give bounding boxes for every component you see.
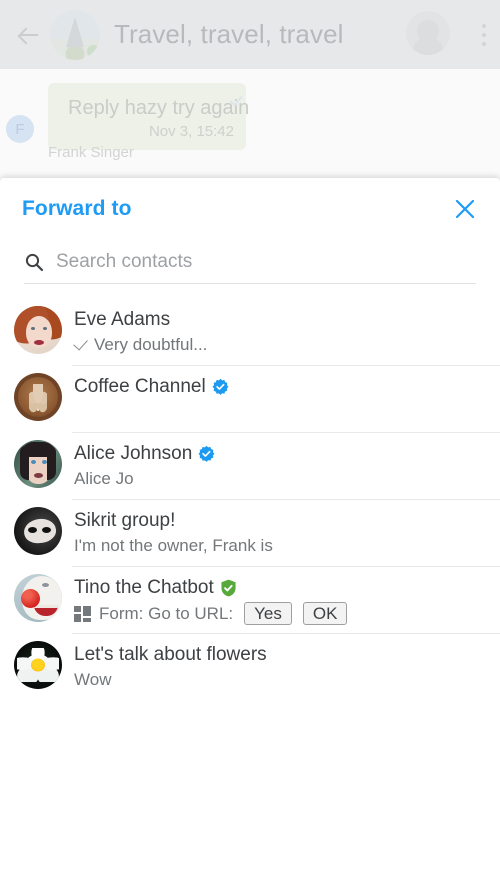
contact-name: Alice Johnson <box>74 443 193 464</box>
more-vertical-icon[interactable] <box>482 24 486 51</box>
contact-subtitle: Form: Go to URL: <box>99 603 234 623</box>
list-item-body: Eve Adams Very doubtful... <box>73 306 482 356</box>
arrow-left-icon[interactable] <box>14 20 44 50</box>
list-item[interactable]: Eve Adams Very doubtful... <box>0 298 500 365</box>
sender-avatar: F <box>6 115 34 143</box>
contact-name-row: Eve Adams <box>74 308 482 331</box>
list-item[interactable]: Alice Johnson Alice Jo <box>0 432 500 499</box>
list-item[interactable]: Tino the Chatbot Form: Go to URL: Yes OK <box>0 566 500 633</box>
list-item[interactable]: Coffee Channel <box>0 365 500 432</box>
contact-subtitle: Alice Jo <box>74 469 134 488</box>
list-item-body: Tino the Chatbot Form: Go to URL: Yes OK <box>74 574 482 625</box>
contact-name: Sikrit group! <box>74 510 176 531</box>
list-item-body: Alice Johnson Alice Jo <box>74 440 482 490</box>
contact-subtitle-row: Alice Jo <box>74 468 482 490</box>
chat-title: Travel, travel, travel <box>114 19 344 49</box>
sender-name: Frank Singer <box>48 144 134 161</box>
contact-name-row: Alice Johnson <box>74 442 482 465</box>
shield-verified-badge-icon <box>220 579 237 597</box>
contact-name-row: Coffee Channel <box>74 375 482 398</box>
contact-name-row: Sikrit group! <box>74 509 482 532</box>
contact-name: Coffee Channel <box>74 376 206 397</box>
verified-badge-icon <box>212 378 229 395</box>
search-input[interactable] <box>56 246 476 277</box>
contact-name-row: Let's talk about flowers <box>74 643 482 666</box>
form-button-ok[interactable]: OK <box>302 602 348 625</box>
user-avatar[interactable] <box>406 11 450 55</box>
avatar-venetian-mask <box>14 507 62 555</box>
screen: Travel, travel, travel Reply hazy try ag… <box>0 0 500 889</box>
contact-name: Let's talk about flowers <box>74 644 267 665</box>
dialog-title: Forward to <box>22 197 132 220</box>
avatar-coffee-latte <box>14 373 62 421</box>
search-contacts-field[interactable] <box>24 240 476 284</box>
form-grid-icon <box>74 605 92 622</box>
contact-list: Eve Adams Very doubtful... Coffee Channe… <box>0 298 500 700</box>
avatar-clown <box>14 574 62 622</box>
list-item[interactable]: Sikrit group! I'm not the owner, Frank i… <box>0 499 500 566</box>
contact-subtitle: I'm not the owner, Frank is <box>74 536 273 555</box>
contact-subtitle: Very doubtful... <box>94 335 208 354</box>
tower-shape <box>66 16 84 47</box>
avatar-eve-adams <box>14 306 62 354</box>
contact-subtitle-row: Very doubtful... <box>73 334 482 356</box>
forward-dialog: Forward to Search contacts Eve Adams Ver… <box>0 178 500 889</box>
avatar-water-lily <box>14 641 62 689</box>
verified-badge-icon <box>198 445 215 462</box>
contact-name: Tino the Chatbot <box>74 577 214 598</box>
message-time: Nov 3, 15:42 <box>148 123 234 140</box>
list-item-body: Let's talk about flowers Wow <box>74 641 482 691</box>
list-item-body: Sikrit group! I'm not the owner, Frank i… <box>74 507 482 557</box>
message-bubble: Reply hazy try again Nov 3, 15:42 <box>48 83 250 150</box>
avatar-alice-johnson <box>14 440 62 488</box>
contact-subtitle-row: I'm not the owner, Frank is <box>74 535 482 557</box>
search-icon <box>24 252 44 272</box>
dialog-header: Forward to <box>0 178 500 240</box>
eiffel-tower-avatar[interactable] <box>50 9 100 60</box>
form-button-yes[interactable]: Yes <box>244 602 292 625</box>
contact-name-row: Tino the Chatbot <box>74 576 482 599</box>
contact-subtitle: Wow <box>74 670 112 689</box>
online-presence-dot <box>87 44 100 58</box>
contact-subtitle-row: Form: Go to URL: Yes OK <box>74 602 482 625</box>
contact-name: Eve Adams <box>74 309 171 330</box>
message-text: Reply hazy try again <box>68 97 250 119</box>
list-item-body: Coffee Channel <box>74 373 482 398</box>
contact-subtitle-row: Wow <box>74 669 482 691</box>
check-icon <box>73 335 88 351</box>
list-item[interactable]: Let's talk about flowers Wow <box>0 633 500 700</box>
close-icon[interactable] <box>448 192 482 226</box>
